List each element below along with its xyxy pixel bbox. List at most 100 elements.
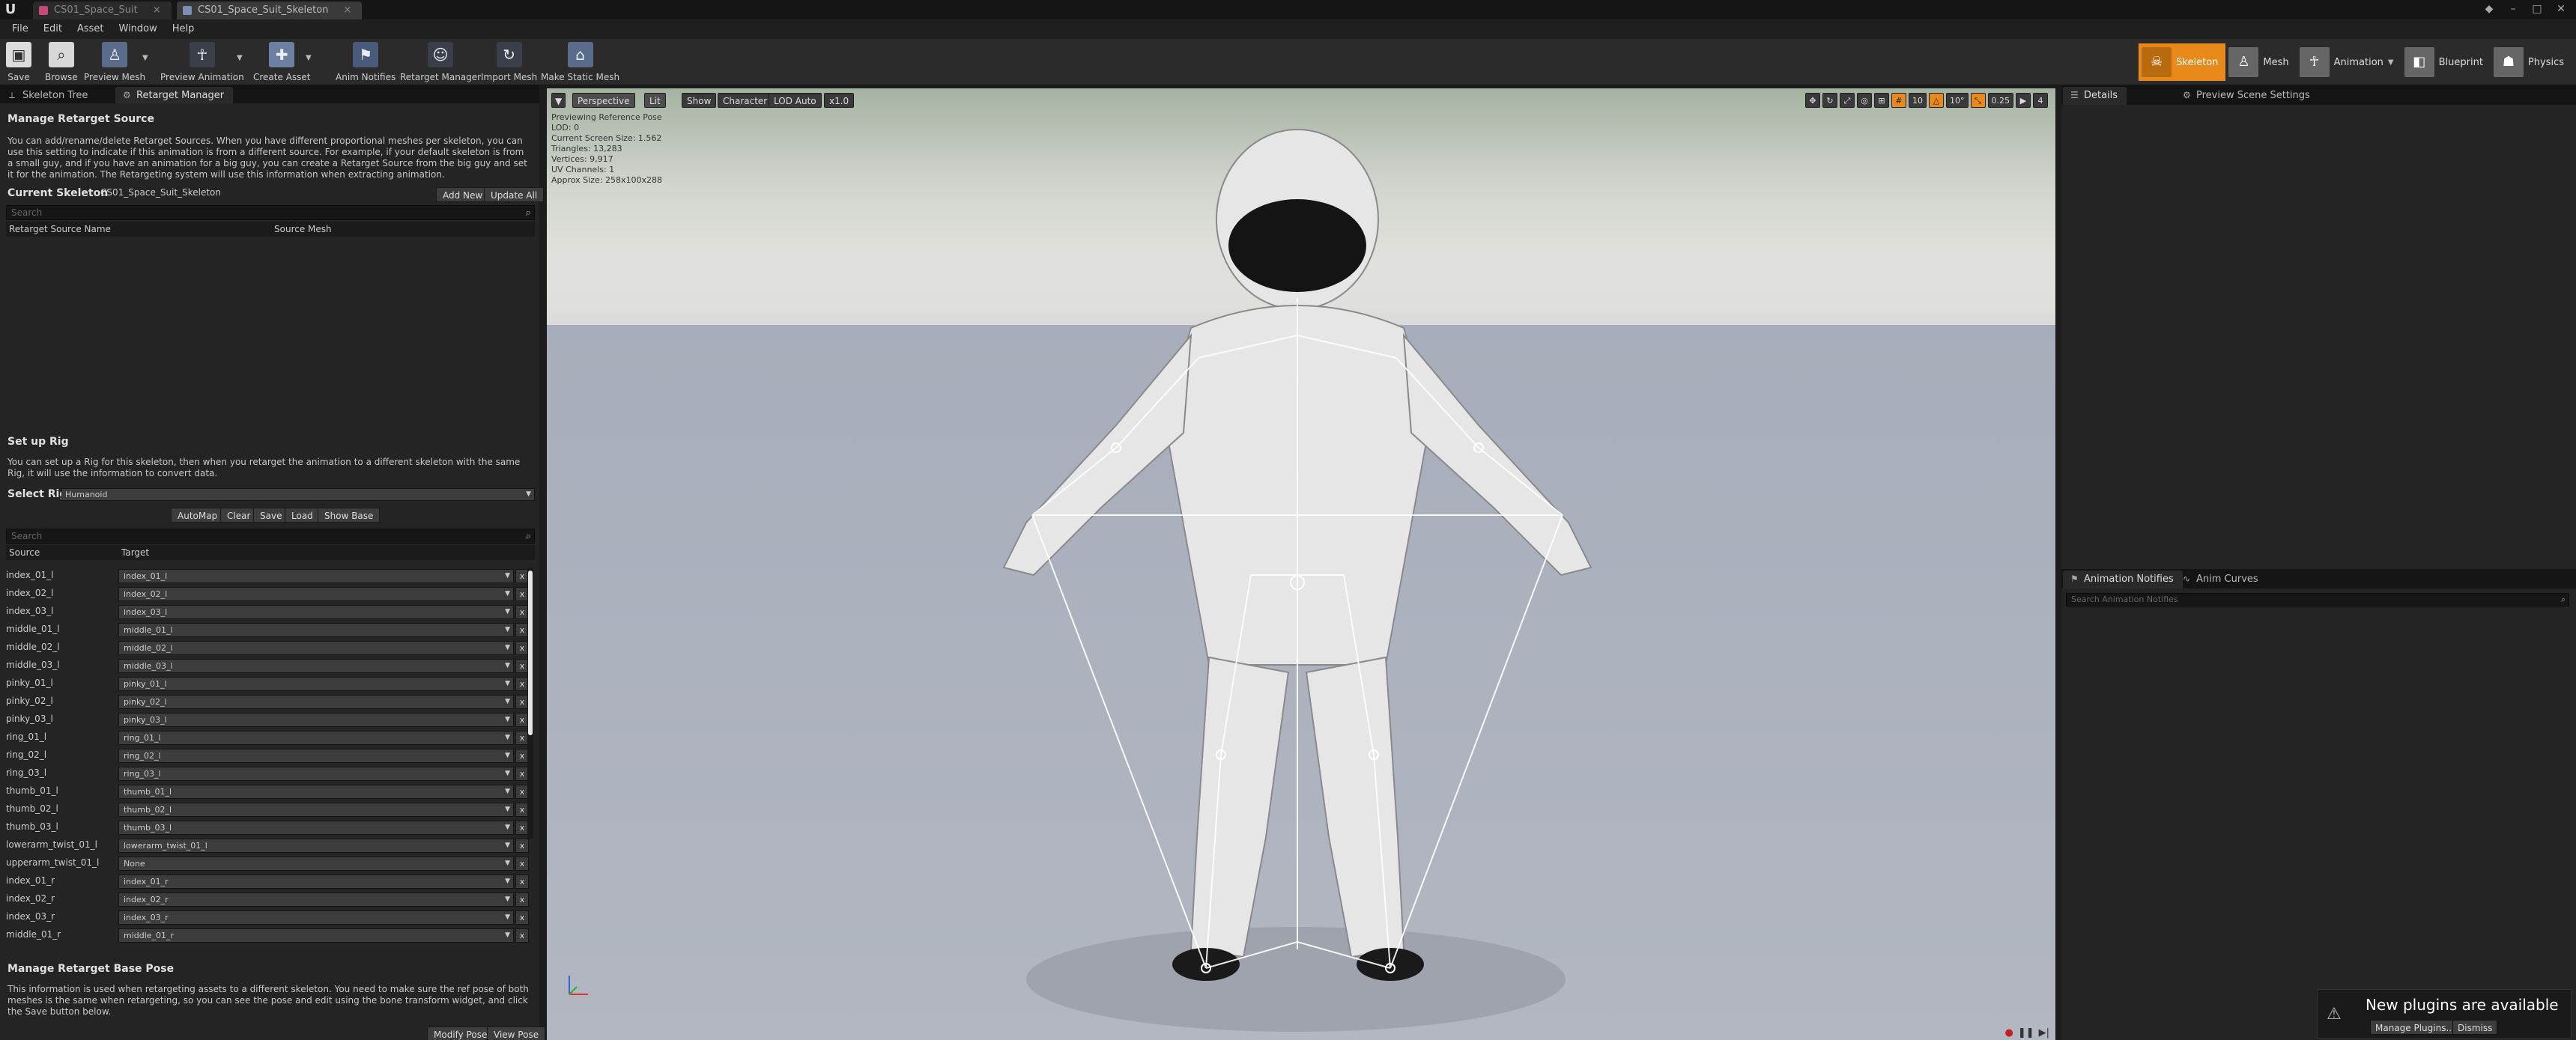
rig-target-dropdown[interactable]: ring_02_l ▼: [118, 749, 514, 763]
mode-physics[interactable]: ☗ Physics: [2491, 43, 2572, 81]
view-pose-button[interactable]: View Pose: [487, 1027, 546, 1040]
rig-target-dropdown[interactable]: pinky_03_l ▼: [118, 713, 514, 727]
add-new-button[interactable]: Add New: [436, 187, 490, 202]
tab-retarget-manager[interactable]: ⚙ Retarget Manager: [115, 87, 234, 105]
rig-target-dropdown[interactable]: index_02_r ▼: [118, 892, 514, 907]
mode-skeleton[interactable]: ☠ Skeleton: [2139, 43, 2226, 81]
mode-mesh[interactable]: ♙ Mesh: [2225, 43, 2296, 81]
chevron-down-icon[interactable]: ▼: [142, 54, 148, 62]
scale-icon[interactable]: ⤢: [1840, 93, 1855, 108]
viewport[interactable]: ▼ Perspective Lit Show Character LOD Aut…: [547, 88, 2055, 1040]
menu-file[interactable]: File: [4, 19, 36, 39]
load-rig-button[interactable]: Load: [285, 508, 320, 523]
menu-window[interactable]: Window: [112, 19, 165, 39]
rig-target-dropdown[interactable]: pinky_01_l ▼: [118, 677, 514, 691]
rig-target-dropdown[interactable]: thumb_02_l ▼: [118, 803, 514, 817]
rig-target-dropdown[interactable]: index_01_l ▼: [118, 569, 514, 583]
doc-tab-skeleton[interactable]: CS01_Space_Suit_Skeleton ×: [177, 1, 363, 19]
animation-notifies-search[interactable]: Search Animation Notifies ⌕: [2066, 593, 2569, 606]
tab-details[interactable]: ☰ Details: [2063, 87, 2127, 105]
select-rig-dropdown[interactable]: Humanoid ▼: [61, 488, 535, 501]
rig-target-dropdown[interactable]: index_03_r ▼: [118, 910, 514, 925]
update-all-button[interactable]: Update All: [484, 187, 545, 202]
tab-skeleton-tree[interactable]: ⟂ Skeleton Tree: [1, 87, 97, 105]
save-rig-button[interactable]: Save: [253, 508, 289, 523]
tab-preview-scene-settings[interactable]: ⚙ Preview Scene Settings: [2175, 87, 2319, 105]
minimize-icon[interactable]: –: [2504, 2, 2522, 16]
clear-button[interactable]: Clear: [220, 508, 258, 523]
scale-snap-icon[interactable]: ⤡: [1970, 93, 1986, 108]
menu-asset[interactable]: Asset: [70, 19, 112, 39]
rotate-icon[interactable]: ↻: [1822, 93, 1837, 108]
maximize-icon[interactable]: □: [2528, 2, 2546, 16]
window-close-icon[interactable]: ✕: [2552, 2, 2570, 16]
doc-tab-space-suit[interactable]: CS01_Space_Suit ×: [33, 1, 172, 19]
mode-blueprint[interactable]: ◧ Blueprint: [2401, 43, 2491, 81]
grid-snap-value[interactable]: 10: [1909, 93, 1927, 108]
mode-animation[interactable]: ☥ Animation ▼: [2297, 43, 2401, 81]
import-mesh-button[interactable]: ↻ Import Mesh: [481, 42, 537, 82]
chevron-down-icon[interactable]: ▼: [237, 54, 243, 62]
rotation-snap-icon[interactable]: △: [1929, 93, 1944, 108]
make-static-mesh-button[interactable]: ⌂ Make Static Mesh: [541, 42, 619, 82]
dismiss-button[interactable]: Dismiss: [2452, 1020, 2498, 1035]
chevron-down-icon[interactable]: ▼: [2388, 58, 2394, 67]
close-icon[interactable]: ×: [344, 4, 352, 16]
clear-mapping-button[interactable]: x: [515, 892, 529, 907]
clear-mapping-button[interactable]: x: [515, 839, 529, 853]
rig-target-dropdown[interactable]: index_01_r ▼: [118, 875, 514, 889]
pause-icon[interactable]: ❚❚: [2018, 1027, 2034, 1039]
scale-snap-value[interactable]: 0.25: [1987, 93, 2013, 108]
character-button[interactable]: Character: [718, 93, 773, 108]
rig-target-dropdown[interactable]: thumb_01_l ▼: [118, 785, 514, 799]
camera-speed-icon[interactable]: ▶: [2016, 93, 2031, 108]
preview-mesh-button[interactable]: ♙ Preview Mesh: [84, 42, 145, 82]
rig-target-dropdown[interactable]: middle_01_l ▼: [118, 623, 514, 637]
show-button[interactable]: Show: [682, 93, 717, 108]
menu-help[interactable]: Help: [165, 19, 202, 39]
chevron-down-icon[interactable]: ▼: [306, 54, 312, 62]
move-icon[interactable]: ✥: [1805, 93, 1820, 108]
rig-target-dropdown[interactable]: middle_01_r ▼: [118, 928, 514, 943]
camera-speed-value[interactable]: 4: [2033, 93, 2048, 108]
clear-mapping-button[interactable]: x: [515, 857, 529, 871]
rig-target-dropdown[interactable]: middle_03_l ▼: [118, 659, 514, 673]
record-icon[interactable]: ●: [2004, 1027, 2013, 1039]
viewport-options-button[interactable]: ▼: [551, 93, 566, 108]
grid-snap-icon[interactable]: #: [1891, 93, 1906, 108]
modify-pose-button[interactable]: Modify Pose: [427, 1027, 494, 1040]
tab-animation-notifies[interactable]: ⚑ Animation Notifies: [2063, 571, 2183, 589]
retarget-source-search[interactable]: Search ⌕: [6, 205, 535, 220]
tab-anim-curves[interactable]: ∿ Anim Curves: [2175, 571, 2267, 589]
rig-scrollbar[interactable]: [527, 568, 533, 839]
lit-button[interactable]: Lit: [644, 93, 666, 108]
save-button[interactable]: ▣ Save: [6, 42, 31, 82]
create-asset-button[interactable]: ✚ Create Asset: [253, 42, 311, 82]
manage-plugins-button[interactable]: Manage Plugins...: [2370, 1020, 2460, 1035]
retarget-manager-button[interactable]: ☺ Retarget Manager: [400, 42, 481, 82]
show-base-button[interactable]: Show Base: [318, 508, 381, 523]
rig-target-dropdown[interactable]: thumb_03_l ▼: [118, 821, 514, 835]
automap-button[interactable]: AutoMap: [171, 508, 225, 523]
rig-target-dropdown[interactable]: index_03_l ▼: [118, 605, 514, 619]
world-space-icon[interactable]: ◎: [1857, 93, 1872, 108]
surface-snap-icon[interactable]: ⊞: [1874, 93, 1889, 108]
clear-mapping-button[interactable]: x: [515, 875, 529, 889]
clear-mapping-button[interactable]: x: [515, 910, 529, 925]
rig-target-dropdown[interactable]: None ▼: [118, 857, 514, 871]
clear-mapping-button[interactable]: x: [515, 928, 529, 943]
rig-target-dropdown[interactable]: ring_01_l ▼: [118, 731, 514, 745]
rig-target-dropdown[interactable]: ring_03_l ▼: [118, 767, 514, 781]
playback-speed-button[interactable]: x1.0: [824, 93, 855, 108]
pin-icon[interactable]: ◆: [2480, 2, 2498, 16]
step-forward-icon[interactable]: ▶|: [2039, 1027, 2049, 1039]
preview-animation-button[interactable]: ☥ Preview Animation: [160, 42, 244, 82]
rig-target-dropdown[interactable]: lowerarm_twist_01_l ▼: [118, 839, 514, 853]
perspective-button[interactable]: Perspective: [572, 93, 635, 108]
scrollbar-thumb[interactable]: [528, 571, 533, 735]
lod-auto-button[interactable]: LOD Auto: [769, 93, 822, 108]
rig-search[interactable]: Search ⌕: [6, 529, 535, 544]
rotation-snap-value[interactable]: 10°: [1946, 93, 1969, 108]
browse-button[interactable]: ⌕ Browse: [45, 42, 78, 82]
close-icon[interactable]: ×: [153, 4, 161, 16]
